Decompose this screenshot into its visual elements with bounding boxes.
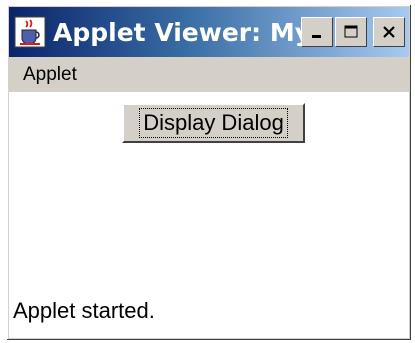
maximize-icon xyxy=(344,25,358,38)
applet-viewer-window: Applet Viewer: Mybu... Applet xyxy=(6,4,412,341)
minimize-button[interactable] xyxy=(301,17,333,47)
applet-content-area: Display Dialog Applet started. xyxy=(9,92,409,338)
java-cup-icon[interactable] xyxy=(13,15,47,49)
display-dialog-button[interactable]: Display Dialog xyxy=(122,103,305,143)
window-title: Applet Viewer: Mybu... xyxy=(53,17,301,47)
close-button[interactable] xyxy=(373,17,405,47)
minimize-icon xyxy=(312,35,321,38)
menu-bar: Applet xyxy=(9,59,409,91)
menu-applet[interactable]: Applet xyxy=(23,64,77,86)
close-icon xyxy=(383,26,395,38)
maximize-button[interactable] xyxy=(335,17,367,47)
window-controls xyxy=(301,17,405,47)
display-dialog-button-label: Display Dialog xyxy=(139,108,288,138)
status-text: Applet started. xyxy=(13,298,155,323)
title-bar[interactable]: Applet Viewer: Mybu... xyxy=(9,7,409,57)
